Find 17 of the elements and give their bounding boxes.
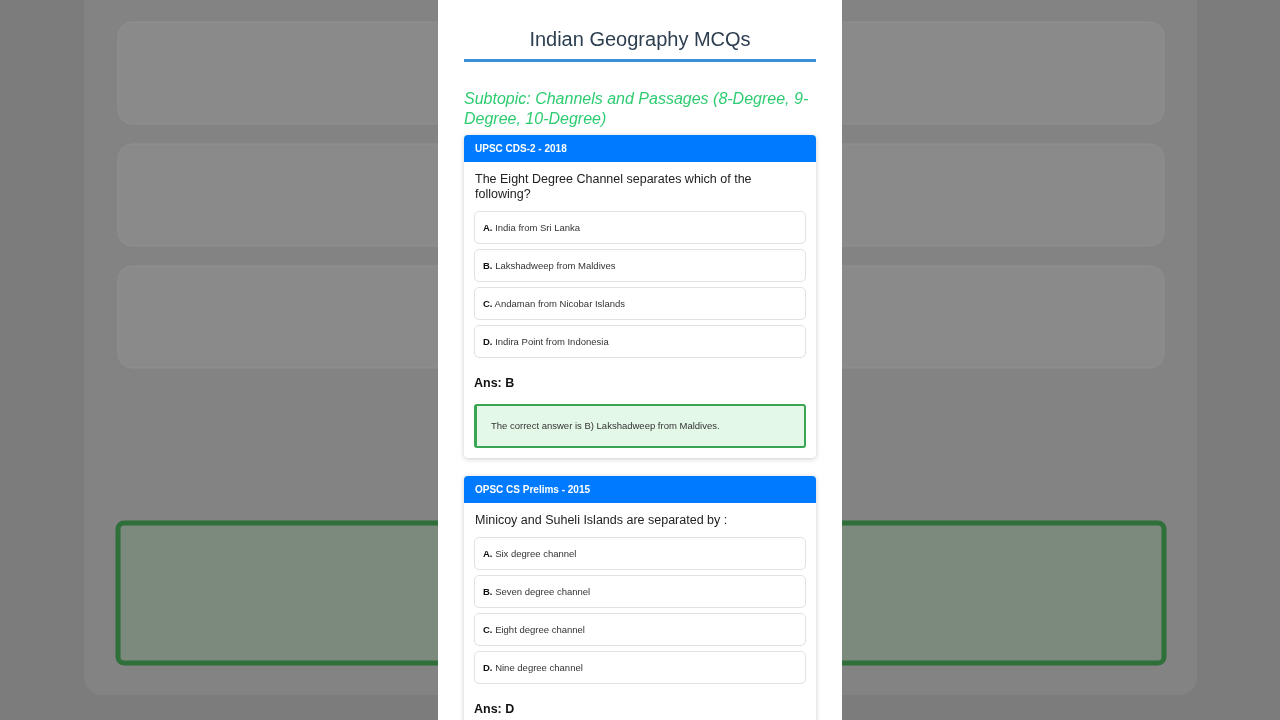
question-text: Minicoy and Suheli Islands are separated by : bbox=[475, 513, 729, 528]
option-item[interactable]: C. Eight degree channel bbox=[474, 613, 806, 646]
answer-label: Ans: D bbox=[474, 702, 516, 716]
answer-label: Ans: B bbox=[474, 376, 516, 390]
option-item[interactable]: A. Six degree channel bbox=[474, 537, 806, 570]
source-header: OPSC CS Prelims - 2015 bbox=[464, 476, 816, 503]
option-item[interactable]: D. Indira Point from Indonesia bbox=[474, 325, 806, 358]
explanation-box: The correct answer is B) Lakshadweep from Maldives. bbox=[474, 404, 806, 448]
option-item[interactable]: A. India from Sri Lanka bbox=[474, 211, 806, 244]
option-item[interactable]: B. Lakshadweep from Maldives bbox=[474, 249, 806, 282]
option-item[interactable]: C. Andaman from Nicobar Islands bbox=[474, 287, 806, 320]
option-item[interactable]: D. Nine degree channel bbox=[474, 651, 806, 684]
source-header: UPSC CDS-2 - 2018 bbox=[464, 135, 816, 162]
option-item[interactable]: B. Seven degree channel bbox=[474, 575, 806, 608]
page-title: Indian Geography MCQs bbox=[528, 27, 752, 51]
question-text: The Eight Degree Channel separates which of the following? bbox=[475, 172, 753, 202]
subtopic-heading: Subtopic: Channels and Passages (8-Degree, 9-Degree, 10-Degree) bbox=[464, 89, 810, 129]
